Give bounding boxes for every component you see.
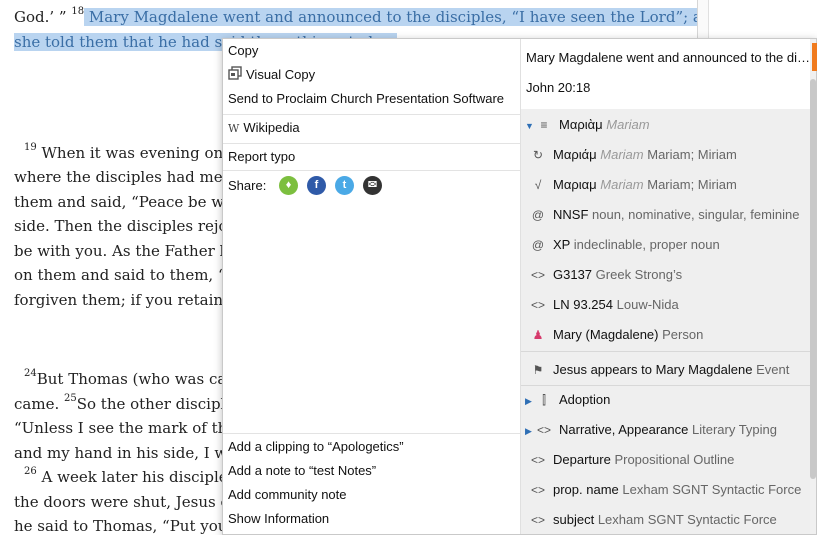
add-clipping-menu-item[interactable]: Add a clipping to “Apologetics” — [228, 436, 404, 458]
adoption-row[interactable]: ▶ ⫿ Adoption — [525, 389, 610, 411]
selected-text[interactable]: Mary Magdalene went and announced to the… — [84, 8, 722, 26]
expand-twisty-icon[interactable]: ▶ — [525, 390, 535, 412]
morph-icon: @ — [531, 238, 545, 252]
email-share-icon[interactable]: ✉ — [363, 176, 382, 195]
faithlife-share-icon[interactable]: ♦ — [279, 176, 298, 195]
syntactic-force-row[interactable]: <> subject Lexham SGNT Syntactic Force — [529, 509, 777, 531]
person-icon: ♟ — [532, 328, 544, 342]
add-community-note-menu-item[interactable]: Add community note — [228, 484, 347, 506]
menu-separator — [223, 433, 520, 434]
report-typo-menu-item[interactable]: Report typo — [228, 146, 295, 168]
strongs-row[interactable]: <> G3137 Greek Strong’s — [529, 264, 682, 286]
propositional-outline-row[interactable]: <> Departure Propositional Outline — [529, 449, 734, 471]
panel-separator — [521, 351, 811, 352]
flag-icon: ⚑ — [532, 363, 544, 377]
expand-twisty-icon[interactable]: ▶ — [525, 420, 535, 442]
visual-copy-icon — [228, 65, 242, 87]
event-row[interactable]: ⚑ Jesus appears to Mary Magdalene Event — [529, 359, 790, 381]
root-row[interactable]: √ Μαριαμ Mariam Mariam; Miriam — [529, 174, 737, 196]
menu-separator — [223, 170, 520, 171]
text-line: and my hand in his side, I will — [14, 444, 242, 462]
text-line: came. 25So the other disciple — [14, 393, 235, 413]
root-icon: √ — [534, 178, 542, 192]
text-line: on them and said to them, “Re — [14, 266, 246, 284]
lemma-icon: ≡ — [540, 118, 548, 132]
information-scrollbar[interactable] — [810, 39, 816, 534]
louw-nida-row[interactable]: <> LN 93.254 Louw-Nida — [529, 294, 679, 316]
show-information-menu-item[interactable]: Show Information — [228, 508, 329, 530]
send-to-proclaim-menu-item[interactable]: Send to Proclaim Church Presentation Sof… — [228, 88, 504, 110]
text-line: “Unless I see the mark of the — [14, 419, 237, 437]
text-line: 19 When it was evening on t — [24, 142, 234, 162]
inflected-icon: ↻ — [532, 148, 544, 162]
text-line: forgiven them; if you retain th — [14, 291, 244, 309]
text-line: be with you. As the Father has — [14, 242, 246, 260]
code-icon: <> — [536, 423, 551, 437]
code-icon: <> — [530, 453, 545, 467]
text-line: 24But Thomas (who was calle — [24, 368, 245, 388]
copy-menu-item[interactable]: Copy — [228, 40, 258, 62]
text-line: he said to Thomas, “Put your fi — [14, 517, 250, 535]
code-icon: <> — [530, 298, 545, 312]
menu-actions: Copy Visual Copy Send to Proclaim Church… — [223, 39, 520, 534]
information-header: Mary Magdalene went and announced to the… — [521, 39, 811, 109]
inflected-row[interactable]: ↻ Μαριάμ Mariam Mariam; Miriam — [529, 144, 737, 166]
literary-typing-row[interactable]: ▶ <> Narrative, Appearance Literary Typing — [525, 419, 777, 441]
menu-separator — [223, 143, 520, 144]
morph-row[interactable]: @ XP indeclinable, proper noun — [529, 234, 720, 256]
scrollbar-thumb[interactable] — [810, 79, 816, 479]
text-line: God.’ ” 18 Mary Magdalene went and annou… — [14, 6, 722, 26]
wikipedia-icon: W — [228, 121, 240, 135]
morph-icon: @ — [531, 208, 545, 222]
text-line: side. Then the disciples rejoic — [14, 217, 241, 235]
text-line: 26 A week later his disciples w — [24, 466, 253, 486]
text-line: them and said, “Peace be with — [14, 193, 245, 211]
person-row[interactable]: ♟ Mary (Magdalene) Person — [529, 324, 704, 346]
visual-copy-menu-item[interactable]: Visual Copy — [228, 64, 315, 86]
text-line: the doors were shut, Jesus can — [14, 493, 248, 511]
facebook-share-icon[interactable]: f — [307, 176, 326, 195]
code-icon: <> — [530, 268, 545, 282]
syntactic-force-row[interactable]: <> prop. name Lexham SGNT Syntactic Force — [529, 479, 801, 501]
expand-twisty-icon[interactable]: ▼ — [525, 115, 535, 137]
share-label: Share: — [228, 178, 267, 193]
verse-reference[interactable]: John 20:18 — [526, 80, 590, 95]
code-icon: <> — [530, 483, 545, 497]
text-line: where the disciples had met w — [14, 168, 247, 186]
wikipedia-menu-item[interactable]: W Wikipedia — [228, 117, 300, 139]
lemma-row[interactable]: ▼ ≡ Μαριὰμ Mariam — [525, 114, 650, 136]
pillar-icon: ⫿ — [542, 393, 546, 407]
context-menu: Copy Visual Copy Send to Proclaim Church… — [222, 38, 817, 535]
information-panel: Mary Magdalene went and announced to the… — [520, 39, 811, 534]
menu-separator — [223, 114, 520, 115]
selection-title: Mary Magdalene went and announced to the… — [526, 50, 811, 65]
panel-accent-tab[interactable] — [812, 43, 817, 71]
code-icon: <> — [530, 513, 545, 527]
panel-separator — [521, 385, 811, 386]
twitter-share-icon[interactable]: t — [335, 176, 354, 195]
morph-row[interactable]: @ NNSF noun, nominative, singular, femini… — [529, 204, 800, 226]
add-note-menu-item[interactable]: Add a note to “test Notes” — [228, 460, 376, 482]
